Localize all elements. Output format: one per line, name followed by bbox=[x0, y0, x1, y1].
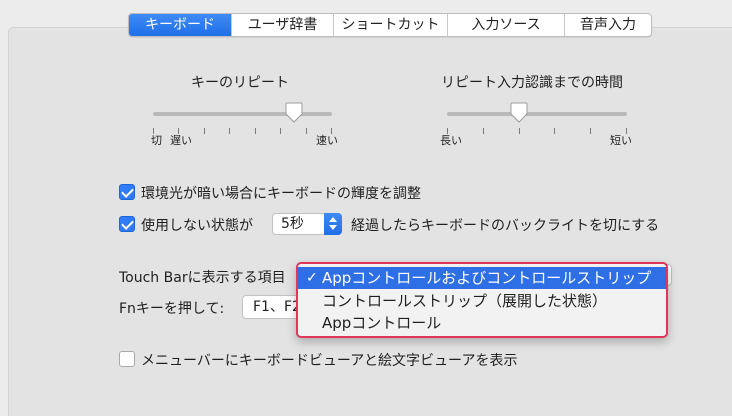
slider-tick bbox=[255, 128, 256, 134]
slider-tick bbox=[519, 128, 520, 134]
backlight-suffix-label: 経過したらキーボードのバックライトを切にする bbox=[351, 218, 660, 234]
backlight-checkbox[interactable] bbox=[119, 216, 135, 232]
fn-key-value: F1、F2 bbox=[253, 299, 301, 315]
tab-bar: キーボード ユーザ辞書 ショートカット 入力ソース 音声入力 bbox=[128, 13, 652, 37]
key-repeat-title: キーのリピート bbox=[191, 75, 289, 91]
menu-item-app-controls[interactable]: Appコントロール bbox=[298, 312, 666, 334]
slider-tick bbox=[483, 128, 484, 134]
viewer-checkbox[interactable] bbox=[119, 351, 135, 367]
tab-input-sources[interactable]: 入力ソース bbox=[448, 14, 565, 36]
slider-tick bbox=[204, 128, 205, 134]
tab-dictation[interactable]: 音声入力 bbox=[565, 14, 651, 36]
slider-tick bbox=[229, 128, 230, 134]
menu-item-app-controls-and-strip[interactable]: ✓ Appコントロールおよびコントロールストリップ bbox=[298, 267, 666, 289]
tab-shortcuts[interactable]: ショートカット bbox=[334, 14, 448, 36]
backlight-prefix-label: 使用しない状態が bbox=[141, 218, 253, 234]
menu-item-label: Appコントロールおよびコントロールストリップ bbox=[322, 269, 652, 287]
slider-ticks bbox=[447, 128, 627, 136]
tab-user-dictionary[interactable]: ユーザ辞書 bbox=[232, 14, 334, 36]
touchbar-label: Touch Barに表示する項目 bbox=[119, 270, 286, 286]
checkmark-icon: ✓ bbox=[306, 270, 318, 286]
viewer-label: メニューバーにキーボードビューアと絵文字ビューアを表示 bbox=[141, 353, 518, 369]
key-repeat-fast-label: 速い bbox=[316, 134, 338, 147]
menu-item-label: Appコントロール bbox=[322, 314, 442, 332]
slider-tick bbox=[590, 128, 591, 134]
repeat-delay-short-label: 短い bbox=[610, 134, 632, 147]
slider-tick bbox=[280, 128, 281, 134]
repeat-delay-title: リピート入力認識までの時間 bbox=[441, 75, 623, 91]
menu-item-expanded-strip[interactable]: コントロールストリップ（展開した状態） bbox=[298, 290, 666, 312]
touchbar-dropdown-menu: ✓ Appコントロールおよびコントロールストリップ コントロールストリップ（展開… bbox=[296, 262, 668, 338]
slider-track bbox=[153, 112, 332, 116]
repeat-delay-slider[interactable] bbox=[447, 102, 627, 144]
tab-keyboard[interactable]: キーボード bbox=[129, 14, 232, 36]
backlight-timeout-value: 5秒 bbox=[281, 216, 304, 232]
slider-tick bbox=[306, 128, 307, 134]
slider-knob[interactable] bbox=[510, 102, 528, 124]
key-repeat-slow-label: 遅い bbox=[170, 134, 192, 147]
stepper-arrows-icon bbox=[324, 213, 342, 235]
ambient-light-label: 環境光が暗い場合にキーボードの輝度を調整 bbox=[141, 186, 421, 202]
fn-key-label: Fnキーを押して: bbox=[119, 301, 225, 317]
fn-key-popup[interactable]: F1、F2 bbox=[242, 295, 302, 319]
slider-knob[interactable] bbox=[285, 102, 303, 124]
slider-track bbox=[447, 112, 627, 116]
key-repeat-off-label: 切 bbox=[151, 134, 162, 147]
ambient-light-checkbox[interactable] bbox=[119, 184, 135, 200]
backlight-timeout-select[interactable]: 5秒 bbox=[272, 213, 342, 235]
repeat-delay-long-label: 長い bbox=[440, 134, 462, 147]
menu-item-label: コントロールストリップ（展開した状態） bbox=[322, 292, 608, 310]
slider-tick bbox=[554, 128, 555, 134]
